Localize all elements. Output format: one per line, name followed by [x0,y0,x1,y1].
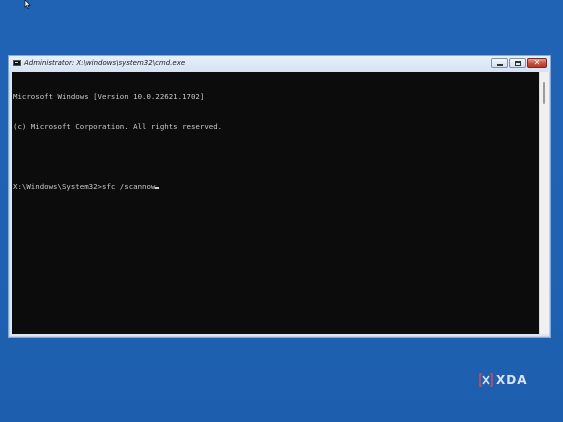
console-line-version: Microsoft Windows [Version 10.0.22621.17… [13,92,205,101]
close-icon: ✕ [533,58,541,67]
console-line-blank [13,152,222,162]
window-title: Administrator: X:\windows\system32\cmd.e… [24,59,186,67]
maximize-button[interactable] [509,58,526,68]
text-cursor [155,187,160,189]
desktop: Administrator: X:\windows\system32\cmd.e… [0,0,563,422]
xda-logo-text: XDA [496,373,528,387]
scrollbar-thumb[interactable] [543,82,545,104]
xda-logo-icon [479,373,493,387]
command-prompt-text: X:\Windows\System32>sfc /scannow [13,182,156,191]
maximize-icon [514,60,521,66]
minimize-icon [496,63,503,66]
close-button[interactable]: ✕ [527,58,547,68]
title-bar[interactable]: Administrator: X:\windows\system32\cmd.e… [9,56,550,72]
cmd-window[interactable]: Administrator: X:\windows\system32\cmd.e… [8,55,551,338]
window-controls: ✕ [491,58,547,69]
xda-watermark: XDA [479,373,528,387]
console-output[interactable]: Microsoft Windows [Version 10.0.22621.17… [12,72,539,334]
console-line-copyright: (c) Microsoft Corporation. All rights re… [13,122,223,131]
minimize-button[interactable] [491,58,508,68]
mouse-pointer-icon [24,0,31,9]
cmd-icon [13,60,21,66]
command-prompt-line[interactable]: X:\Windows\System32>sfc /scannow [13,182,222,192]
vertical-scrollbar[interactable] [539,72,549,334]
